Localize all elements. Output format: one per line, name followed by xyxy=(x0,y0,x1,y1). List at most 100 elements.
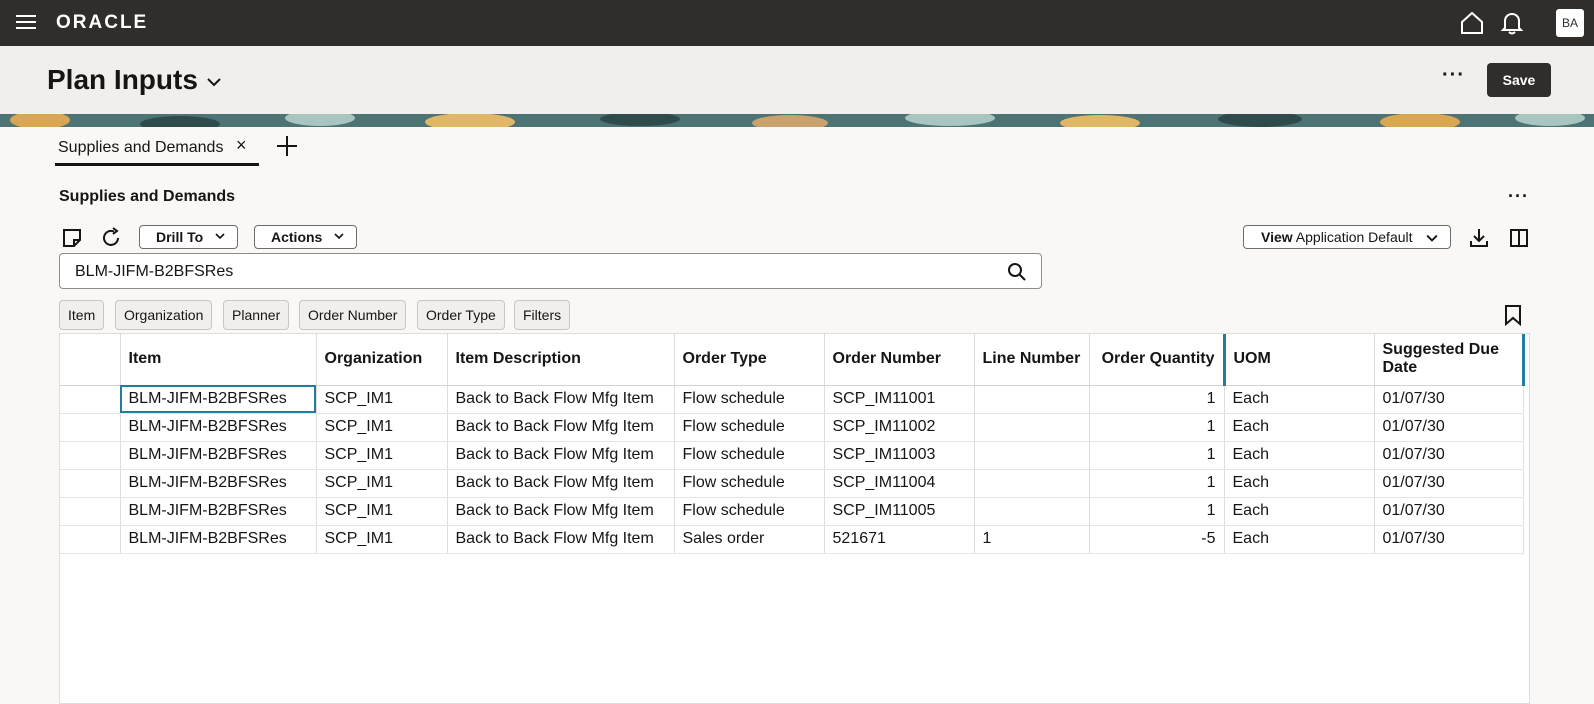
cell-order-type[interactable]: Flow schedule xyxy=(674,441,825,470)
column-header-order-quantity[interactable]: Order Quantity xyxy=(1089,334,1225,386)
cell-item-description[interactable]: Back to Back Flow Mfg Item xyxy=(447,497,675,526)
cell-line-number[interactable]: 1 xyxy=(974,525,1090,554)
cell-item[interactable]: BLM-JIFM-B2BFSRes xyxy=(120,441,317,470)
cell-item-description[interactable]: Back to Back Flow Mfg Item xyxy=(447,525,675,554)
cell-line-number[interactable] xyxy=(974,441,1090,470)
filter-chip-filters[interactable]: Filters xyxy=(514,300,571,330)
avatar[interactable]: BA xyxy=(1556,9,1584,37)
cell-order-type[interactable]: Sales order xyxy=(674,525,825,554)
cell-organization[interactable]: SCP_IM1 xyxy=(316,413,448,442)
cell-uom[interactable]: Each xyxy=(1224,525,1375,554)
view-selector[interactable]: View Application Default xyxy=(1243,225,1451,249)
cell-order-quantity[interactable]: 1 xyxy=(1089,385,1225,414)
save-button[interactable]: Save xyxy=(1487,63,1551,97)
table-row[interactable]: BLM-JIFM-B2BFSRes SCP_IM1 Back to Back Flo… xyxy=(60,497,1524,526)
plus-icon[interactable] xyxy=(275,134,299,158)
cell-suggested-due-date[interactable]: 01/07/30 xyxy=(1374,525,1524,554)
cell-organization[interactable]: SCP_IM1 xyxy=(316,441,448,470)
home-icon[interactable] xyxy=(1459,10,1485,36)
cell-line-number[interactable] xyxy=(974,385,1090,414)
row-header[interactable] xyxy=(60,441,121,470)
bell-icon[interactable] xyxy=(1499,10,1525,36)
column-header-line-number[interactable]: Line Number xyxy=(974,334,1090,386)
actions-button[interactable]: Actions xyxy=(254,225,358,249)
column-layout-icon[interactable] xyxy=(1507,226,1531,250)
filter-chip-order-type[interactable]: Order Type xyxy=(417,300,505,330)
drill-to-button[interactable]: Drill To xyxy=(139,225,239,249)
cell-order-quantity[interactable]: 1 xyxy=(1089,441,1225,470)
cell-line-number[interactable] xyxy=(974,497,1090,526)
cell-item-description[interactable]: Back to Back Flow Mfg Item xyxy=(447,469,675,498)
row-header[interactable] xyxy=(60,525,121,554)
cell-suggested-due-date[interactable]: 01/07/30 xyxy=(1374,441,1524,470)
cell-order-quantity[interactable]: -5 xyxy=(1089,525,1225,554)
cell-order-type[interactable]: Flow schedule xyxy=(674,469,825,498)
cell-item-description[interactable]: Back to Back Flow Mfg Item xyxy=(447,385,675,414)
column-header-item-description[interactable]: Item Description xyxy=(447,334,675,386)
filter-chip-organization[interactable]: Organization xyxy=(115,300,213,330)
cell-uom[interactable]: Each xyxy=(1224,413,1375,442)
search-icon[interactable] xyxy=(1007,262,1027,282)
cell-suggested-due-date[interactable]: 01/07/30 xyxy=(1374,413,1524,442)
cell-suggested-due-date[interactable]: 01/07/30 xyxy=(1374,497,1524,526)
chevron-down-icon[interactable] xyxy=(205,73,223,91)
table-row[interactable]: BLM-JIFM-B2BFSRes SCP_IM1 Back to Back Flo… xyxy=(60,469,1524,498)
cell-order-quantity[interactable]: 1 xyxy=(1089,497,1225,526)
cell-order-number[interactable]: SCP_IM11003 xyxy=(824,441,975,470)
cell-item[interactable]: BLM-JIFM-B2BFSRes xyxy=(120,525,317,554)
section-more-button[interactable]: ··· xyxy=(1508,186,1529,207)
bookmark-icon[interactable] xyxy=(1503,304,1523,326)
cell-order-number[interactable]: SCP_IM11002 xyxy=(824,413,975,442)
cell-uom[interactable]: Each xyxy=(1224,497,1375,526)
column-header-order-type[interactable]: Order Type xyxy=(674,334,825,386)
table-row[interactable]: BLM-JIFM-B2BFSRes SCP_IM1 Back to Back Flo… xyxy=(60,441,1524,470)
cell-organization[interactable]: SCP_IM1 xyxy=(316,497,448,526)
cell-item-description[interactable]: Back to Back Flow Mfg Item xyxy=(447,413,675,442)
cell-line-number[interactable] xyxy=(974,413,1090,442)
cell-organization[interactable]: SCP_IM1 xyxy=(316,525,448,554)
hamburger-icon[interactable] xyxy=(16,12,38,34)
search-input[interactable]: BLM-JIFM-B2BFSRes xyxy=(75,263,233,281)
cell-order-type[interactable]: Flow schedule xyxy=(674,413,825,442)
cell-item[interactable]: BLM-JIFM-B2BFSRes xyxy=(120,469,317,498)
tab-supplies-and-demands[interactable]: Supplies and Demands × xyxy=(55,130,259,166)
table-row[interactable]: BLM-JIFM-B2BFSRes SCP_IM1 Back to Back Flo… xyxy=(60,525,1524,554)
filter-chip-item[interactable]: Item xyxy=(59,300,105,330)
cell-uom[interactable]: Each xyxy=(1224,441,1375,470)
cell-item[interactable]: BLM-JIFM-B2BFSRes xyxy=(120,385,317,414)
filter-chip-planner[interactable]: Planner xyxy=(223,300,290,330)
cell-uom[interactable]: Each xyxy=(1224,469,1375,498)
column-header-order-number[interactable]: Order Number xyxy=(824,334,975,386)
table-row[interactable]: BLM-JIFM-B2BFSRes SCP_IM1 Back to Back Flo… xyxy=(60,413,1524,442)
row-header[interactable] xyxy=(60,497,121,526)
refresh-icon[interactable] xyxy=(99,226,123,250)
cell-line-number[interactable] xyxy=(974,469,1090,498)
column-header-organization[interactable]: Organization xyxy=(316,334,448,386)
cell-order-type[interactable]: Flow schedule xyxy=(674,497,825,526)
cell-suggested-due-date[interactable]: 01/07/30 xyxy=(1374,469,1524,498)
cell-order-quantity[interactable]: 1 xyxy=(1089,413,1225,442)
row-header[interactable] xyxy=(60,413,121,442)
row-header[interactable] xyxy=(60,469,121,498)
column-header-item[interactable]: Item xyxy=(120,334,317,386)
cell-order-type[interactable]: Flow schedule xyxy=(674,385,825,414)
column-header-uom[interactable]: UOM xyxy=(1222,334,1375,386)
cell-item-description[interactable]: Back to Back Flow Mfg Item xyxy=(447,441,675,470)
cell-order-number[interactable]: 521671 xyxy=(824,525,975,554)
close-icon[interactable]: × xyxy=(236,135,247,156)
column-header-suggested-due-date[interactable]: Suggested Due Date xyxy=(1374,334,1525,386)
cell-organization[interactable]: SCP_IM1 xyxy=(316,385,448,414)
cell-suggested-due-date[interactable]: 01/07/30 xyxy=(1374,385,1524,414)
cell-order-quantity[interactable]: 1 xyxy=(1089,469,1225,498)
cell-organization[interactable]: SCP_IM1 xyxy=(316,469,448,498)
row-header[interactable] xyxy=(60,385,121,414)
table-row[interactable]: BLM-JIFM-B2BFSRes SCP_IM1 Back to Back Flo… xyxy=(60,385,1524,414)
more-actions-button[interactable]: ··· xyxy=(1442,64,1465,87)
cell-order-number[interactable]: SCP_IM11004 xyxy=(824,469,975,498)
cell-order-number[interactable]: SCP_IM11001 xyxy=(824,385,975,414)
cell-item[interactable]: BLM-JIFM-B2BFSRes xyxy=(120,413,317,442)
cell-uom[interactable]: Each xyxy=(1224,385,1375,414)
notes-icon[interactable] xyxy=(60,226,84,250)
filter-chip-order-number[interactable]: Order Number xyxy=(299,300,407,330)
download-icon[interactable] xyxy=(1467,226,1491,250)
